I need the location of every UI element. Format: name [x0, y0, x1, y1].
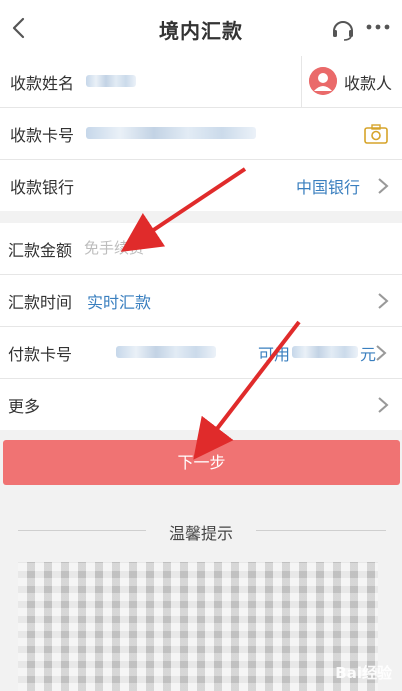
- amount-row[interactable]: 汇款金额: [0, 223, 402, 275]
- tips-title: 温馨提示: [168, 524, 233, 543]
- payee-bank-row[interactable]: 收款银行 中国银行: [0, 160, 402, 211]
- payee-name-value: [86, 75, 136, 87]
- payee-bank-value: 中国银行: [295, 178, 360, 197]
- payee-card-value: [86, 127, 256, 139]
- payee-card-label: 收款卡号: [10, 126, 75, 145]
- more-options-label: 更多: [8, 397, 41, 416]
- transfer-time-row[interactable]: 汇款时间 实时汇款: [0, 275, 402, 327]
- payer-card-label: 付款卡号: [8, 345, 73, 364]
- transfer-section: 汇款金额 汇款时间 实时汇款 付款卡号 可用 元 更多: [0, 223, 402, 430]
- select-payee-button[interactable]: 收款人: [301, 56, 402, 107]
- watermark: Bai经验: [335, 664, 392, 682]
- payer-card-row[interactable]: 付款卡号 可用 元: [0, 327, 402, 379]
- select-payee-label: 收款人: [344, 74, 393, 93]
- payee-name-row[interactable]: 收款姓名 收款人: [0, 56, 402, 108]
- payee-name-label: 收款姓名: [10, 74, 75, 93]
- payee-card-row[interactable]: 收款卡号: [0, 108, 402, 160]
- transfer-time-value: 实时汇款: [87, 293, 152, 312]
- headset-icon[interactable]: [330, 16, 356, 42]
- chevron-right-icon: [378, 397, 389, 413]
- tips-content-obscured: [18, 562, 378, 691]
- avatar-icon: [309, 67, 337, 95]
- chevron-right-icon: [378, 178, 389, 194]
- camera-icon[interactable]: [364, 124, 388, 144]
- available-balance-value: [292, 346, 358, 358]
- payee-section: 收款姓名 收款人 收款卡号 收款银行 中国银行: [0, 56, 402, 211]
- amount-label: 汇款金额: [8, 241, 73, 260]
- more-options-row[interactable]: 更多: [0, 379, 402, 430]
- chevron-right-icon: [376, 345, 387, 361]
- payee-bank-label: 收款银行: [10, 178, 75, 197]
- payer-card-value: [116, 346, 216, 358]
- chevron-right-icon: [378, 293, 389, 309]
- amount-input[interactable]: [84, 236, 324, 260]
- more-dots-icon[interactable]: [366, 19, 390, 35]
- available-prefix: 可用: [258, 345, 291, 364]
- top-bar: 境内汇款: [0, 0, 402, 57]
- tips-divider-right: [256, 530, 386, 531]
- transfer-time-label: 汇款时间: [8, 293, 73, 312]
- next-step-button[interactable]: 下一步: [3, 440, 400, 485]
